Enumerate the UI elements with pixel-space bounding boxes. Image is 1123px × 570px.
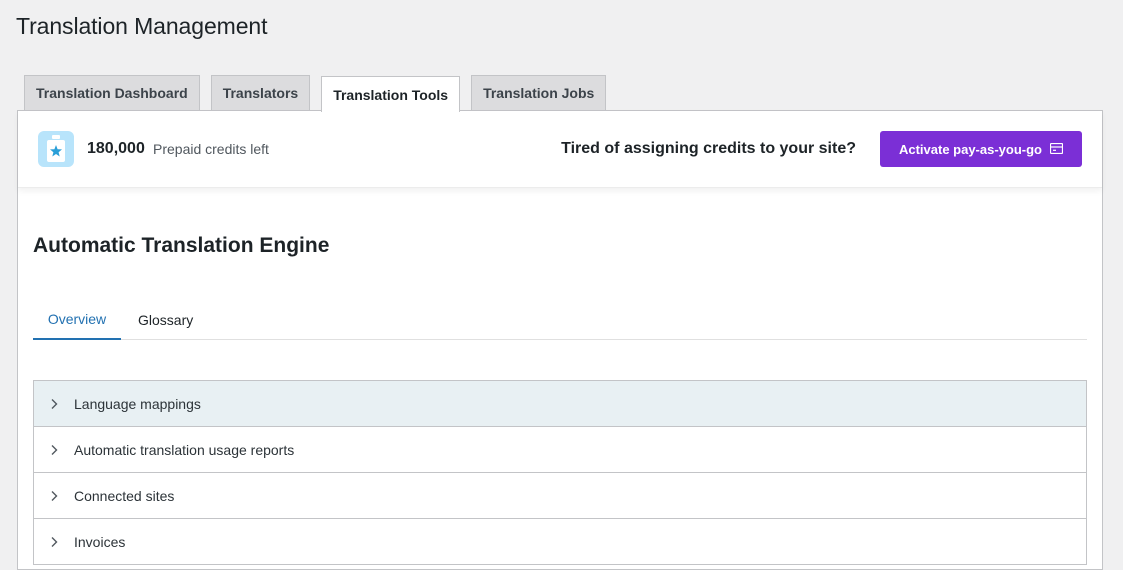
tools-panel: 180,000 Prepaid credits left Tired of as… [17, 110, 1103, 570]
credit-count: 180,000 [87, 140, 145, 157]
clipboard-star-icon [38, 131, 74, 167]
section-invoices[interactable]: Invoices [33, 518, 1087, 565]
section-connected-sites[interactable]: Connected sites [33, 472, 1087, 519]
activate-pay-as-you-go-button[interactable]: Activate pay-as-you-go [880, 131, 1082, 167]
section-label: Language mappings [74, 395, 201, 412]
chevron-right-icon [50, 490, 74, 502]
subtab-glossary[interactable]: Glossary [138, 300, 193, 340]
tab-translation-tools[interactable]: Translation Tools [321, 76, 461, 112]
section-label: Connected sites [74, 487, 175, 504]
chevron-right-icon [50, 536, 74, 548]
section-language-mappings[interactable]: Language mappings [33, 380, 1087, 427]
engine-sections: Language mappings Automatic translation … [33, 380, 1087, 565]
subtab-overview[interactable]: Overview [33, 300, 121, 340]
engine-subtabs: Overview Glossary [33, 300, 1087, 340]
chevron-right-icon [50, 398, 74, 410]
section-label: Invoices [74, 533, 126, 550]
page-title: Translation Management [16, 13, 268, 39]
payg-button-label: Activate pay-as-you-go [898, 141, 1043, 157]
card-icon [1049, 142, 1064, 157]
section-usage-reports[interactable]: Automatic translation usage reports [33, 426, 1087, 473]
promo-text: Tired of assigning credits to your site? [561, 140, 856, 157]
tab-translators[interactable]: Translators [210, 75, 311, 110]
section-label: Automatic translation usage reports [74, 441, 295, 458]
tab-translation-jobs[interactable]: Translation Jobs [471, 75, 607, 110]
main-tabs: Translation Dashboard Translators Transl… [24, 75, 607, 112]
tab-translation-dashboard[interactable]: Translation Dashboard [24, 75, 200, 110]
credits-bar: 180,000 Prepaid credits left Tired of as… [18, 111, 1102, 188]
chevron-right-icon [50, 444, 74, 456]
engine-title: Automatic Translation Engine [33, 234, 330, 257]
credit-label: Prepaid credits left [153, 141, 269, 157]
